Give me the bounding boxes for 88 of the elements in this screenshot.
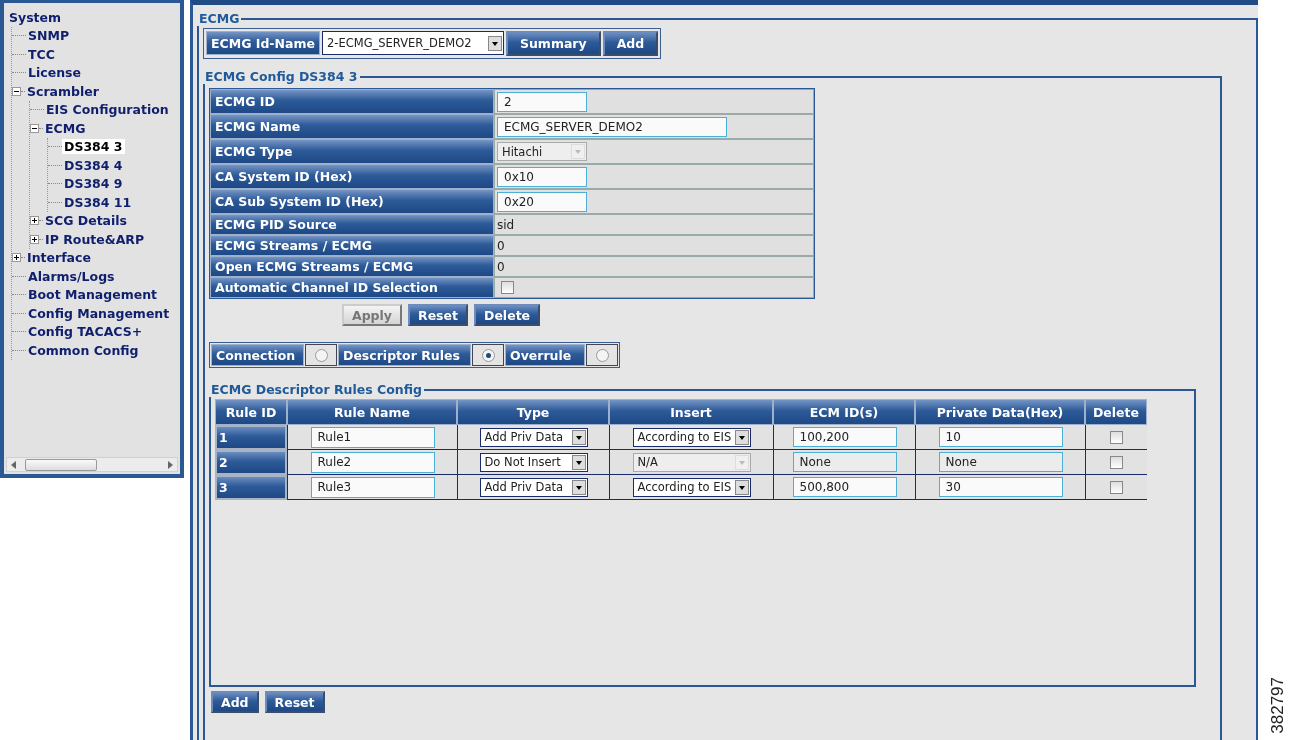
tab-label: Overrule (505, 344, 585, 366)
column-header: Rule Name (287, 399, 457, 425)
tab-label: Descriptor Rules (338, 344, 471, 366)
rule-name-field[interactable]: Rule2 (310, 451, 435, 473)
column-header: Insert (609, 399, 773, 425)
collapse-icon[interactable] (12, 86, 21, 96)
tree-item[interactable]: ECMG (43, 120, 88, 136)
action-button[interactable]: Reset (264, 691, 325, 713)
rule-name-field[interactable]: Rule3 (310, 476, 435, 498)
text-field[interactable]: 0x20 (497, 191, 587, 212)
tree-item[interactable]: DS384 4 (62, 157, 125, 173)
scroll-right-icon[interactable] (167, 460, 173, 469)
field-label: Open ECMG Streams / ECMG (210, 256, 494, 277)
rule-id: 2 (215, 450, 287, 475)
tree-item[interactable]: Boot Management (26, 287, 160, 303)
text-field[interactable]: 0x10 (497, 166, 587, 187)
tree-item[interactable]: Scrambler (25, 83, 101, 99)
action-button[interactable]: Add (211, 691, 259, 713)
expand-icon[interactable] (30, 216, 39, 226)
ecm-ids-field[interactable]: 100,200 (792, 427, 897, 447)
action-button[interactable]: Reset (408, 304, 468, 326)
toolbar-button[interactable]: Add (602, 31, 659, 56)
column-header: ECM ID(s) (773, 399, 915, 425)
field-label: CA System ID (Hex) (210, 164, 494, 189)
tree-item[interactable]: DS384 9 (62, 176, 125, 192)
section-title: ECMG (198, 11, 241, 26)
tab-radio[interactable] (314, 348, 328, 362)
field-label: ECMG Streams / ECMG (210, 235, 494, 256)
expand-icon[interactable] (12, 253, 21, 263)
column-header: Rule ID (215, 399, 287, 425)
value-text: 0 (497, 259, 505, 274)
tree-item[interactable]: System (7, 9, 64, 25)
field-label: ECMG Id-Name (206, 31, 320, 55)
delete-checkbox[interactable] (1110, 455, 1123, 469)
field-label: ECMG PID Source (210, 214, 494, 235)
tree-item[interactable]: DS384 11 (62, 194, 134, 210)
toolbar-button[interactable]: Summary (505, 31, 601, 56)
expand-icon[interactable] (30, 234, 39, 244)
tree-item[interactable]: DS384 3 (62, 139, 125, 155)
value-text: 0 (497, 238, 505, 253)
tree-item[interactable]: Config TACACS+ (26, 324, 145, 340)
horizontal-scrollbar[interactable] (6, 457, 178, 472)
id-name-select[interactable]: 2-ECMG_SERVER_DEMO2 (321, 31, 504, 55)
type-select[interactable]: Add Priv Data (479, 427, 588, 447)
field-label: CA Sub System ID (Hex) (210, 189, 494, 214)
tree-item[interactable]: Common Config (26, 342, 141, 358)
tab-radio[interactable] (595, 348, 609, 362)
rule-name-field[interactable]: Rule1 (310, 426, 435, 448)
field-label: Automatic Channel ID Selection (210, 277, 494, 298)
action-button[interactable]: Delete (474, 304, 541, 326)
tree-item[interactable]: Alarms/Logs (26, 268, 117, 284)
type-select[interactable]: Do Not Insert (479, 452, 588, 472)
figure-number: 382797 (1268, 677, 1288, 734)
text-field[interactable]: ECMG_SERVER_DEMO2 (497, 116, 727, 137)
checkbox[interactable] (501, 281, 514, 294)
rule-id: 3 (215, 475, 287, 500)
tree-item[interactable]: Interface (25, 250, 93, 266)
ecm-ids-field[interactable]: 500,800 (792, 477, 897, 497)
collapse-icon[interactable] (30, 123, 39, 133)
section-title: ECMG Config DS384 3 (204, 69, 359, 84)
tree-item[interactable]: Config Management (26, 305, 172, 321)
insert-select[interactable]: According to EIS (632, 427, 751, 447)
column-header: Delete (1085, 399, 1147, 425)
tree-item[interactable]: SNMP (26, 28, 72, 44)
text-field[interactable]: 2 (497, 91, 587, 112)
tree-item[interactable]: EIS Configuration (44, 102, 171, 118)
type-select[interactable]: Add Priv Data (479, 477, 588, 497)
private-data-field[interactable]: 30 (938, 477, 1063, 497)
field-label: ECMG Type (210, 139, 494, 164)
tree-item[interactable]: IP Route&ARP (43, 231, 147, 247)
column-header: Private Data(Hex) (915, 399, 1085, 425)
private-data-field[interactable]: 10 (938, 427, 1063, 447)
scroll-left-icon[interactable] (11, 460, 17, 469)
tree-item[interactable]: SCG Details (43, 213, 130, 229)
rule-id: 1 (215, 425, 287, 450)
value-text: sid (497, 217, 515, 232)
tab-radio[interactable] (481, 348, 495, 362)
tree-item[interactable]: TCC (26, 46, 57, 62)
insert-select[interactable]: According to EIS (632, 477, 751, 497)
tab-label: Connection (211, 344, 304, 366)
section-title: ECMG Descriptor Rules Config (210, 382, 423, 397)
type-select[interactable]: Hitachi (497, 142, 587, 161)
column-header: Type (457, 399, 609, 425)
field-label: ECMG ID (210, 89, 494, 114)
delete-checkbox[interactable] (1110, 480, 1123, 494)
tree-item[interactable]: License (26, 65, 83, 81)
delete-checkbox[interactable] (1110, 430, 1123, 444)
field-label: ECMG Name (210, 114, 494, 139)
